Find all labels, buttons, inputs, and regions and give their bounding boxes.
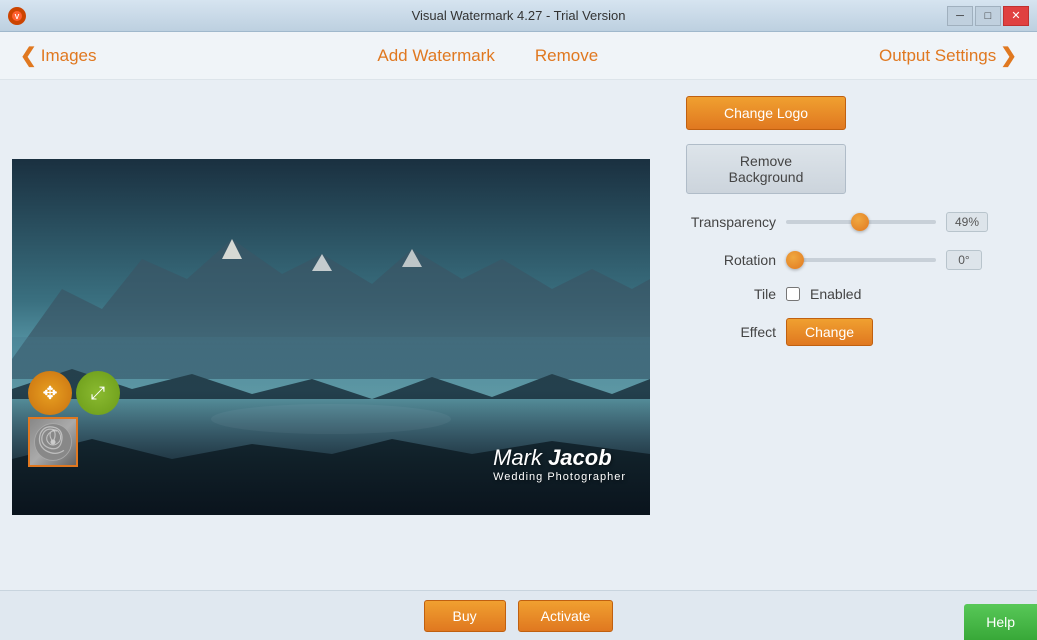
right-panel: Change Logo Remove Background Transparen… [662, 80, 1037, 590]
tile-enabled-text: Enabled [810, 286, 861, 302]
nav-right: Output Settings ❯ [879, 43, 1017, 68]
nav-center: Add Watermark Remove [377, 46, 598, 66]
tile-row: Tile Enabled [686, 286, 1013, 302]
transparency-label: Transparency [686, 214, 776, 230]
change-logo-button[interactable]: Change Logo [686, 96, 846, 130]
window-controls: ─ □ ✕ [947, 6, 1029, 26]
transparency-row: Transparency 49% [686, 212, 1013, 232]
effect-label: Effect [686, 324, 776, 340]
close-button[interactable]: ✕ [1003, 6, 1029, 26]
watermark-name: Mark Jacob [493, 445, 626, 471]
image-container: Mark Jacob Wedding Photographer ✥ ⤢ [12, 159, 650, 515]
images-back-chevron[interactable]: ❮ [20, 43, 37, 68]
images-nav-link[interactable]: Images [41, 46, 97, 66]
nav-left: ❮ Images [20, 43, 97, 68]
maximize-button[interactable]: □ [975, 6, 1001, 26]
tile-label: Tile [686, 286, 776, 302]
tile-checkbox[interactable] [786, 287, 800, 301]
add-watermark-nav-link[interactable]: Add Watermark [377, 46, 494, 66]
top-nav: ❮ Images Add Watermark Remove Output Set… [0, 32, 1037, 80]
move-button[interactable]: ✥ [28, 371, 72, 415]
buy-button[interactable]: Buy [424, 600, 506, 632]
rotation-track [786, 258, 936, 262]
rotation-row: Rotation 0° [686, 250, 1013, 270]
logo-overlay: ✥ ⤢ [28, 371, 120, 467]
spiral-icon [32, 421, 74, 463]
resize-button[interactable]: ⤢ [76, 371, 120, 415]
svg-text:V: V [15, 14, 20, 21]
rotation-thumb[interactable] [786, 251, 804, 269]
transparency-slider-container[interactable] [786, 220, 936, 224]
logo-thumbnail[interactable] [28, 417, 78, 467]
transparency-value: 49% [946, 212, 988, 232]
rotation-label: Rotation [686, 252, 776, 268]
bottom-bar: Buy Activate Help [0, 590, 1037, 640]
logo-icons-row: ✥ ⤢ [28, 371, 120, 415]
transparency-thumb[interactable] [851, 213, 869, 231]
main-content: Mark Jacob Wedding Photographer ✥ ⤢ [0, 80, 1037, 590]
rotation-slider-container[interactable] [786, 258, 936, 262]
remove-nav-link[interactable]: Remove [535, 46, 598, 66]
minimize-button[interactable]: ─ [947, 6, 973, 26]
app-title: Visual Watermark 4.27 - Trial Version [412, 8, 626, 23]
remove-background-button[interactable]: Remove Background [686, 144, 846, 194]
watermark-subtitle: Wedding Photographer [493, 471, 626, 483]
image-panel: Mark Jacob Wedding Photographer ✥ ⤢ [0, 80, 662, 590]
output-settings-chevron[interactable]: ❯ [1000, 43, 1017, 68]
change-effect-button[interactable]: Change [786, 318, 873, 346]
help-button[interactable]: Help [964, 604, 1037, 640]
app-icon: V [8, 7, 26, 25]
output-settings-nav-link[interactable]: Output Settings [879, 46, 996, 66]
effect-row: Effect Change [686, 318, 1013, 346]
title-bar: V Visual Watermark 4.27 - Trial Version … [0, 0, 1037, 32]
title-bar-left: V [8, 7, 26, 25]
rotation-value: 0° [946, 250, 982, 270]
transparency-track [786, 220, 936, 224]
activate-button[interactable]: Activate [518, 600, 614, 632]
watermark-overlay: Mark Jacob Wedding Photographer [493, 445, 626, 483]
